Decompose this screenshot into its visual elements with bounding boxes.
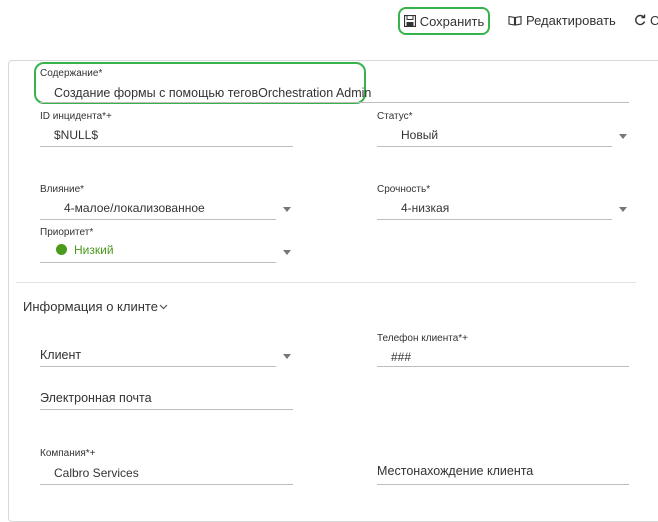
summary-label: Содержание* bbox=[40, 68, 103, 79]
priority-value: Низкий bbox=[74, 243, 114, 257]
save-icon bbox=[403, 15, 416, 27]
location-underline bbox=[377, 484, 629, 485]
book-icon bbox=[508, 15, 522, 26]
refresh-button[interactable]: С bbox=[634, 8, 658, 32]
incident-id-input[interactable]: $NULL$ bbox=[54, 128, 98, 142]
incident-form-panel bbox=[8, 60, 658, 522]
client-select[interactable]: Клиент bbox=[40, 348, 81, 362]
company-input[interactable]: Calbro Services bbox=[54, 466, 139, 480]
refresh-icon bbox=[634, 14, 646, 26]
incident-id-label: ID инцидента*+ bbox=[40, 111, 112, 122]
customer-section-toggle[interactable]: Информация о клинте bbox=[23, 298, 168, 314]
phone-input[interactable]: ### bbox=[391, 350, 411, 364]
impact-label: Влияние* bbox=[40, 184, 85, 195]
phone-label: Телефон клиента*+ bbox=[377, 333, 469, 344]
status-underline bbox=[377, 146, 612, 147]
impact-select[interactable]: 4-малое/локализованное bbox=[64, 201, 205, 215]
priority-label: Приоритет* bbox=[40, 227, 94, 238]
location-input[interactable]: Местонахождение клиента bbox=[377, 464, 533, 478]
client-chevron-down-icon[interactable] bbox=[283, 354, 291, 359]
refresh-label: С bbox=[650, 12, 658, 28]
status-chevron-down-icon[interactable] bbox=[619, 134, 627, 139]
phone-underline bbox=[377, 366, 629, 367]
email-input[interactable]: Электронная почта bbox=[40, 391, 152, 405]
incident-id-underline bbox=[40, 146, 293, 147]
urgency-underline bbox=[377, 219, 612, 220]
save-label: Сохранить bbox=[419, 13, 485, 29]
urgency-select[interactable]: 4-низкая bbox=[401, 201, 449, 215]
toolbar: Сохранить Редактировать С bbox=[0, 0, 658, 42]
urgency-chevron-down-icon[interactable] bbox=[619, 207, 627, 212]
priority-status-dot bbox=[56, 244, 67, 255]
summary-underline bbox=[40, 102, 629, 103]
customer-section-title: Информация о клинте bbox=[23, 299, 158, 314]
client-underline bbox=[40, 366, 276, 367]
priority-chevron-down-icon[interactable] bbox=[283, 250, 291, 255]
impact-underline bbox=[40, 219, 276, 220]
impact-chevron-down-icon[interactable] bbox=[283, 207, 291, 212]
edit-label: Редактировать bbox=[526, 12, 616, 28]
urgency-label: Срочность* bbox=[377, 184, 431, 195]
status-label: Статус* bbox=[377, 111, 413, 122]
summary-input[interactable]: Создание формы с помощью теговOrchestrat… bbox=[54, 86, 371, 100]
email-underline bbox=[40, 409, 293, 410]
status-select[interactable]: Новый bbox=[401, 128, 438, 142]
company-label: Компания*+ bbox=[40, 448, 96, 459]
chevron-down-icon bbox=[159, 298, 168, 313]
save-button[interactable]: Сохранить bbox=[398, 7, 490, 35]
priority-select[interactable]: Низкий bbox=[56, 243, 114, 257]
priority-underline bbox=[40, 262, 276, 263]
section-divider bbox=[16, 282, 636, 283]
company-underline bbox=[40, 484, 293, 485]
edit-button[interactable]: Редактировать bbox=[508, 8, 616, 32]
